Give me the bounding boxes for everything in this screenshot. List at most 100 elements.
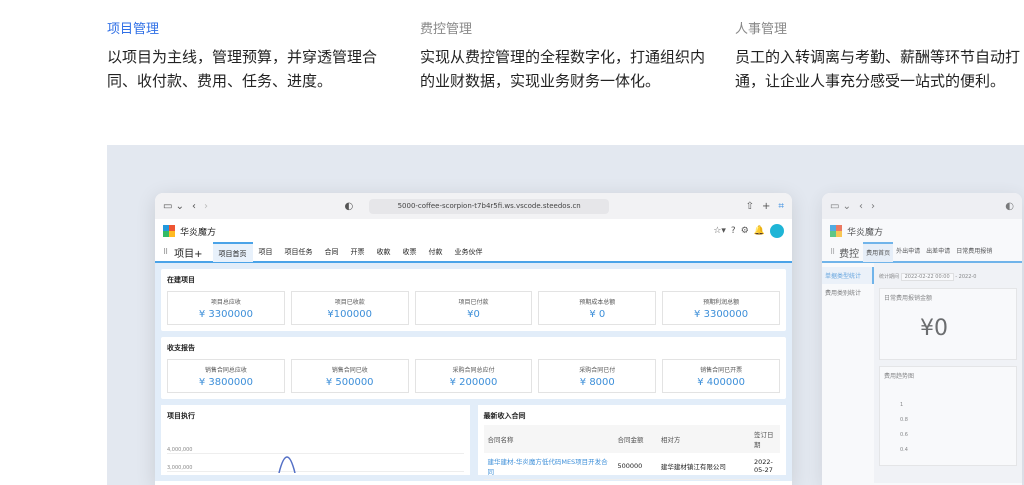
- col-header[interactable]: 合同名称: [483, 425, 614, 453]
- feature-desc: 员工的入转调离与考勤、薪酬等环节自动打通，让企业人事充分感受一站式的便利。: [735, 48, 1021, 90]
- logo-icon: [830, 225, 842, 237]
- kpi-tile[interactable]: 项目总应收 ¥ 3300000: [167, 291, 285, 325]
- feature-title[interactable]: 费控管理: [420, 18, 705, 37]
- tab-contracts[interactable]: 合同: [319, 242, 345, 262]
- tab-received-invoices[interactable]: 收票: [397, 242, 423, 262]
- kpi-value: ¥ 500000: [325, 377, 374, 388]
- period-end[interactable]: - 2022-0: [955, 274, 976, 280]
- contract-link[interactable]: 建华建材-华炎魔方低代码MES项目开发合同: [488, 458, 608, 476]
- sidebar-icon[interactable]: ▭ ⌄: [830, 201, 851, 212]
- tab-receipts[interactable]: 收款: [371, 242, 397, 262]
- col-header[interactable]: 相对方: [656, 425, 750, 453]
- kpi-label: 采购合同已付: [579, 367, 616, 374]
- browser-window-project: ▭ ⌄ ‹ › ◐ 5000-coffee-scorpion-t7b4r5fi.…: [155, 193, 792, 485]
- kpi-value: ¥0: [467, 309, 480, 320]
- forward-icon[interactable]: ›: [871, 201, 875, 212]
- kpi-label: 项目总应收: [210, 299, 241, 306]
- back-icon[interactable]: ‹: [859, 201, 863, 212]
- y-tick: 0.4: [900, 447, 908, 453]
- kpi-tile[interactable]: 采购合同已付 ¥ 8000: [538, 359, 657, 393]
- kpi-value: ¥ 200000: [449, 377, 498, 388]
- share-icon[interactable]: ⇧: [746, 201, 754, 212]
- recent-contracts-card: 最新收入合同 合同名称 合同金额 相对方 签订日期 建华建材-华炎魔方低代码MES项目…: [477, 405, 786, 480]
- kpi-row: 项目总应收 ¥ 3300000 项目已收款 ¥100000 项目已付款 ¥0 预期成本总额 ¥…: [167, 291, 780, 325]
- col-header[interactable]: 签订日期: [750, 425, 780, 453]
- cell: 2022-05-27: [750, 453, 780, 480]
- kpi-tile[interactable]: 预期成本总额 ¥ 0: [538, 291, 657, 325]
- side-item-doc-type[interactable]: 单据类型统计: [822, 267, 874, 284]
- kpi-value: ¥ 0: [589, 309, 606, 320]
- browser-window-expense: ▭ ⌄ ‹ › ◐ 华炎魔方 ⠿ 费控 费用首页 外出申请 出差申请 日常费用报销 单…: [822, 193, 1022, 485]
- feature-title[interactable]: 项目管理: [107, 18, 392, 37]
- tab-tasks[interactable]: 项目任务: [279, 242, 319, 262]
- feature-desc: 实现从费控管理的全程数字化，打通组织内的业财数据，实现业务财务一体化。: [420, 48, 706, 90]
- tab-travel[interactable]: 出差申请: [923, 242, 953, 262]
- kpi-tile[interactable]: 项目已收款 ¥100000: [290, 291, 409, 325]
- kpi-tile[interactable]: 销售合同已开票 ¥ 400000: [662, 359, 780, 393]
- kpi-label: 项目已付款: [458, 299, 489, 306]
- dashboard: 在建项目 项目总应收 ¥ 3300000 项目已收款 ¥100000 项目已付款 ¥0 预期…: [155, 263, 792, 481]
- app-launcher-icon[interactable]: ⠿: [830, 248, 835, 256]
- gear-icon[interactable]: ⚙: [741, 226, 749, 236]
- address-bar[interactable]: 5000-coffee-scorpion-t7b4r5fi.ws.vscode.…: [369, 198, 610, 214]
- col-header[interactable]: 合同金额: [613, 425, 657, 453]
- y-tick: 0.8: [900, 417, 908, 423]
- tab-partners[interactable]: 业务伙伴: [449, 242, 489, 262]
- feature-project[interactable]: 项目管理 以项目为主线，管理预算，并穿透管理合同、收付款、费用、任务、进度。: [107, 18, 392, 93]
- trend-title: 费用趋势图: [884, 373, 915, 380]
- kpi-value: ¥ 8000: [579, 377, 615, 388]
- kpi-label: 预期成本总额: [579, 299, 616, 306]
- bell-icon[interactable]: 🔔: [754, 226, 765, 236]
- active-projects-card: 在建项目 项目总应收 ¥ 3300000 项目已收款 ¥100000 项目已付款 ¥0 预期…: [161, 269, 786, 331]
- app-nav: ⠿ 项目+ 项目首页 项目 项目任务 合同 开票 收款 收票 付款 业务伙伴: [155, 242, 792, 263]
- screenshot-stage: ▭ ⌄ ‹ › ◐ 5000-coffee-scorpion-t7b4r5fi.…: [107, 145, 1024, 485]
- period-start[interactable]: 2022-02-22 00:00: [900, 273, 954, 281]
- kpi-tile[interactable]: 项目已付款 ¥0: [414, 291, 533, 325]
- app-name: 项目+: [174, 248, 203, 260]
- brand-name: 华炎魔方: [847, 227, 884, 238]
- forward-icon[interactable]: ›: [204, 201, 208, 212]
- star-dropdown[interactable]: ☆▾: [713, 226, 726, 236]
- kpi-tile[interactable]: 预期利润总额 ¥ 3300000: [662, 291, 780, 325]
- kpi-value: ¥ 3300000: [694, 309, 749, 320]
- period-label: 统计期间: [879, 274, 900, 280]
- feature-title[interactable]: 人事管理: [735, 18, 1020, 37]
- cell: 500000: [613, 453, 657, 480]
- feature-hr[interactable]: 人事管理 员工的入转调离与考勤、薪酬等环节自动打通，让企业人事充分感受一站式的便…: [735, 18, 1020, 93]
- tab-payments[interactable]: 付款: [423, 242, 449, 262]
- tab-project[interactable]: 项目: [253, 242, 279, 262]
- avatar[interactable]: [770, 224, 784, 238]
- amount-title: 日常费用报销金额: [884, 295, 933, 302]
- side-item-category[interactable]: 费用类别统计: [822, 284, 874, 301]
- y-tick: 3,000,000: [167, 465, 193, 471]
- kpi-label: 销售合同总应收: [204, 367, 247, 374]
- kpi-tile[interactable]: 销售合同总应收 ¥ 3800000: [167, 359, 285, 393]
- help-icon[interactable]: ?: [731, 226, 736, 236]
- project-execution-chart: 项目执行 4,000,000 3,000,000: [161, 405, 470, 475]
- tab-outing[interactable]: 外出申请: [893, 242, 923, 262]
- tab-invoicing[interactable]: 开票: [345, 242, 371, 262]
- kpi-value: ¥ 400000: [697, 377, 745, 388]
- y-tick: 0.6: [900, 432, 908, 438]
- app-launcher-icon[interactable]: ⠿: [163, 248, 168, 256]
- finance-report-card: 收支报告 销售合同总应收 ¥ 3800000 销售合同已收 ¥ 500000 采购合同总…: [161, 337, 786, 399]
- tab-home[interactable]: 项目首页: [212, 242, 253, 262]
- new-tab-icon[interactable]: +: [762, 201, 770, 212]
- url-text: 5000-coffee-scorpion-t7b4r5fi.ws.vscode.…: [397, 202, 581, 210]
- kpi-tile[interactable]: 采购合同总应付 ¥ 200000: [414, 359, 533, 393]
- amount-value: ¥0: [920, 316, 948, 341]
- scan-icon[interactable]: ⌗: [778, 201, 784, 212]
- kpi-label: 采购合同总应付: [452, 367, 495, 374]
- y-tick: 1: [900, 402, 904, 408]
- tab-reimburse[interactable]: 日常费用报销: [953, 242, 995, 262]
- tab-expense-home[interactable]: 费用首页: [863, 242, 894, 262]
- chart-line: [278, 456, 296, 473]
- back-icon[interactable]: ‹: [192, 201, 196, 212]
- shield-icon[interactable]: ◐: [1005, 201, 1014, 212]
- shield-icon[interactable]: ◐: [344, 201, 353, 212]
- kpi-tile[interactable]: 销售合同已收 ¥ 500000: [290, 359, 409, 393]
- kpi-label: 项目已收款: [334, 299, 365, 306]
- sidebar-icon[interactable]: ▭ ⌄: [163, 201, 184, 212]
- brand-name: 华炎魔方: [180, 227, 217, 238]
- feature-expense[interactable]: 费控管理 实现从费控管理的全程数字化，打通组织内的业财数据，实现业务财务一体化。: [420, 18, 705, 93]
